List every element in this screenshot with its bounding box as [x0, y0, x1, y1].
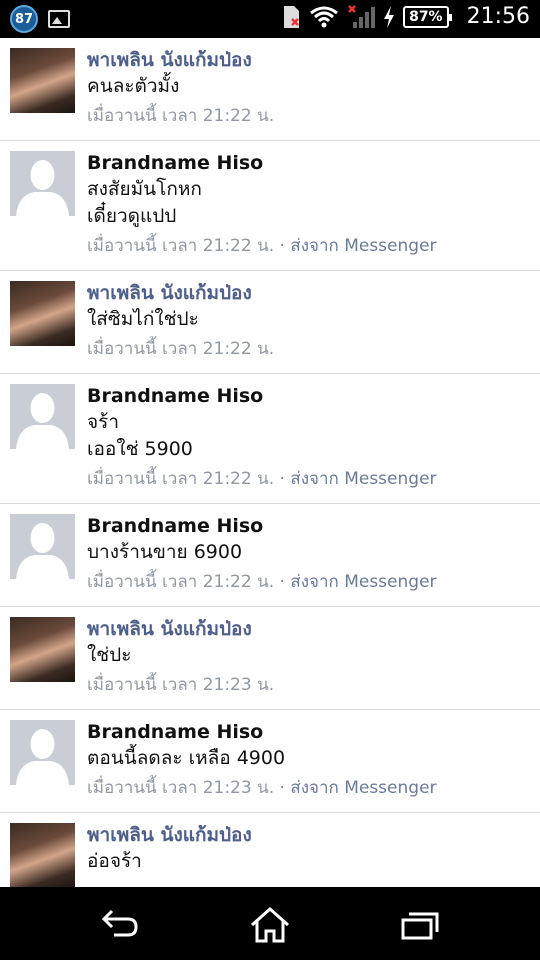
- recent-apps-button[interactable]: [400, 905, 440, 945]
- default-avatar-icon: [10, 384, 75, 449]
- message-text: เออใช่ 5900: [87, 438, 193, 460]
- back-button[interactable]: [100, 905, 140, 945]
- message-meta: เมื่อวานนี้ เวลา 21:22 น.: [87, 104, 540, 128]
- signal-icon: [348, 4, 376, 28]
- back-icon: [101, 909, 138, 937]
- avatar[interactable]: [10, 151, 75, 216]
- default-avatar-icon: [10, 151, 75, 216]
- timestamp: เมื่อวานนี้ เวลา 21:22 น.: [87, 106, 275, 126]
- sent-via-messenger: · ส่งจาก Messenger: [274, 469, 437, 489]
- message-text: คนละตัวมั้ง: [87, 75, 180, 97]
- sent-via-messenger: · ส่งจาก Messenger: [274, 572, 437, 592]
- message-meta: เมื่อวานนี้ เวลา 21:22 น. · ส่งจาก Messe…: [87, 467, 540, 491]
- sender-name[interactable]: พาเพลิน นังแก้มป่อง: [87, 281, 540, 306]
- message-text: ใช่ปะ: [87, 644, 132, 666]
- message-text: สงสัยมันโกหก: [87, 178, 202, 200]
- default-avatar-icon: [10, 720, 75, 785]
- message-text: อ่อจร้า: [87, 850, 142, 872]
- message-text: ใส่ซิมไก่ใช่ปะ: [87, 308, 199, 330]
- recent-apps-icon: [401, 912, 439, 940]
- message-meta: เมื่อวานนี้ เวลา 21:22 น.: [87, 337, 540, 361]
- message-text: จร้า: [87, 411, 120, 433]
- message-item[interactable]: Brandname Hiso บางร้านขาย 6900 เมื่อวานน…: [0, 504, 540, 607]
- message-meta: เมื่อวานนี้ เวลา 21:22 น. · ส่งจาก Messe…: [87, 234, 540, 258]
- sender-name[interactable]: Brandname Hiso: [87, 384, 540, 409]
- status-bar: 87 87% 21:56: [0, 0, 540, 38]
- avatar[interactable]: [10, 514, 75, 579]
- sender-name[interactable]: พาเพลิน นังแก้มป่อง: [87, 617, 540, 642]
- sender-name[interactable]: Brandname Hiso: [87, 514, 540, 539]
- timestamp: เมื่อวานนี้ เวลา 21:22 น.: [87, 469, 275, 489]
- message-item[interactable]: พาเพลิน นังแก้มป่อง อ่อจร้า: [0, 813, 540, 887]
- notification-count-icon: 87: [10, 5, 38, 33]
- charging-icon: [384, 5, 395, 28]
- message-text: ตอนนี้ลดละ เหลือ 4900: [87, 747, 286, 769]
- avatar[interactable]: [10, 281, 75, 346]
- default-avatar-icon: [10, 514, 75, 579]
- message-list[interactable]: พาเพลิน นังแก้มป่อง คนละตัวมั้ง เมื่อวาน…: [0, 38, 540, 887]
- avatar[interactable]: [10, 617, 75, 682]
- battery-icon: 87%: [403, 5, 452, 28]
- message-item[interactable]: Brandname Hiso สงสัยมันโกหก เดี๋ยวดูแปป …: [0, 141, 540, 271]
- sender-name[interactable]: Brandname Hiso: [87, 151, 540, 176]
- navigation-bar: [0, 887, 540, 960]
- sender-name[interactable]: พาเพลิน นังแก้มป่อง: [87, 823, 540, 848]
- wifi-icon: [310, 6, 338, 27]
- sender-name[interactable]: พาเพลิน นังแก้มป่อง: [87, 48, 540, 73]
- message-item[interactable]: Brandname Hiso จร้า เออใช่ 5900 เมื่อวาน…: [0, 374, 540, 504]
- sd-card-icon: [284, 5, 300, 28]
- sender-name[interactable]: Brandname Hiso: [87, 720, 540, 745]
- message-meta: เมื่อวานนี้ เวลา 21:22 น. · ส่งจาก Messe…: [87, 570, 540, 594]
- timestamp: เมื่อวานนี้ เวลา 21:22 น.: [87, 236, 275, 256]
- timestamp: เมื่อวานนี้ เวลา 21:23 น.: [87, 778, 275, 798]
- timestamp: เมื่อวานนี้ เวลา 21:22 น.: [87, 572, 275, 592]
- message-text: เดี๋ยวดูแปป: [87, 205, 177, 227]
- timestamp: เมื่อวานนี้ เวลา 21:23 น.: [87, 675, 275, 695]
- message-text: บางร้านขาย 6900: [87, 541, 243, 563]
- avatar[interactable]: [10, 384, 75, 449]
- home-icon: [251, 907, 289, 943]
- image-notification-icon: [48, 10, 70, 28]
- message-item[interactable]: พาเพลิน นังแก้มป่อง ใช่ปะ เมื่อวานนี้ เว…: [0, 607, 540, 710]
- message-item[interactable]: Brandname Hiso ตอนนี้ลดละ เหลือ 4900 เมื…: [0, 710, 540, 813]
- message-item[interactable]: พาเพลิน นังแก้มป่อง คนละตัวมั้ง เมื่อวาน…: [0, 38, 540, 141]
- avatar[interactable]: [10, 48, 75, 113]
- home-button[interactable]: [250, 905, 290, 945]
- message-meta: เมื่อวานนี้ เวลา 21:23 น.: [87, 673, 540, 697]
- sent-via-messenger: · ส่งจาก Messenger: [274, 236, 437, 256]
- avatar[interactable]: [10, 823, 75, 887]
- message-item[interactable]: พาเพลิน นังแก้มป่อง ใส่ซิมไก่ใช่ปะ เมื่อ…: [0, 271, 540, 374]
- message-meta: เมื่อวานนี้ เวลา 21:23 น. · ส่งจาก Messe…: [87, 776, 540, 800]
- avatar[interactable]: [10, 720, 75, 785]
- timestamp: เมื่อวานนี้ เวลา 21:22 น.: [87, 339, 275, 359]
- clock: 21:56: [466, 4, 530, 29]
- sent-via-messenger: · ส่งจาก Messenger: [274, 778, 437, 798]
